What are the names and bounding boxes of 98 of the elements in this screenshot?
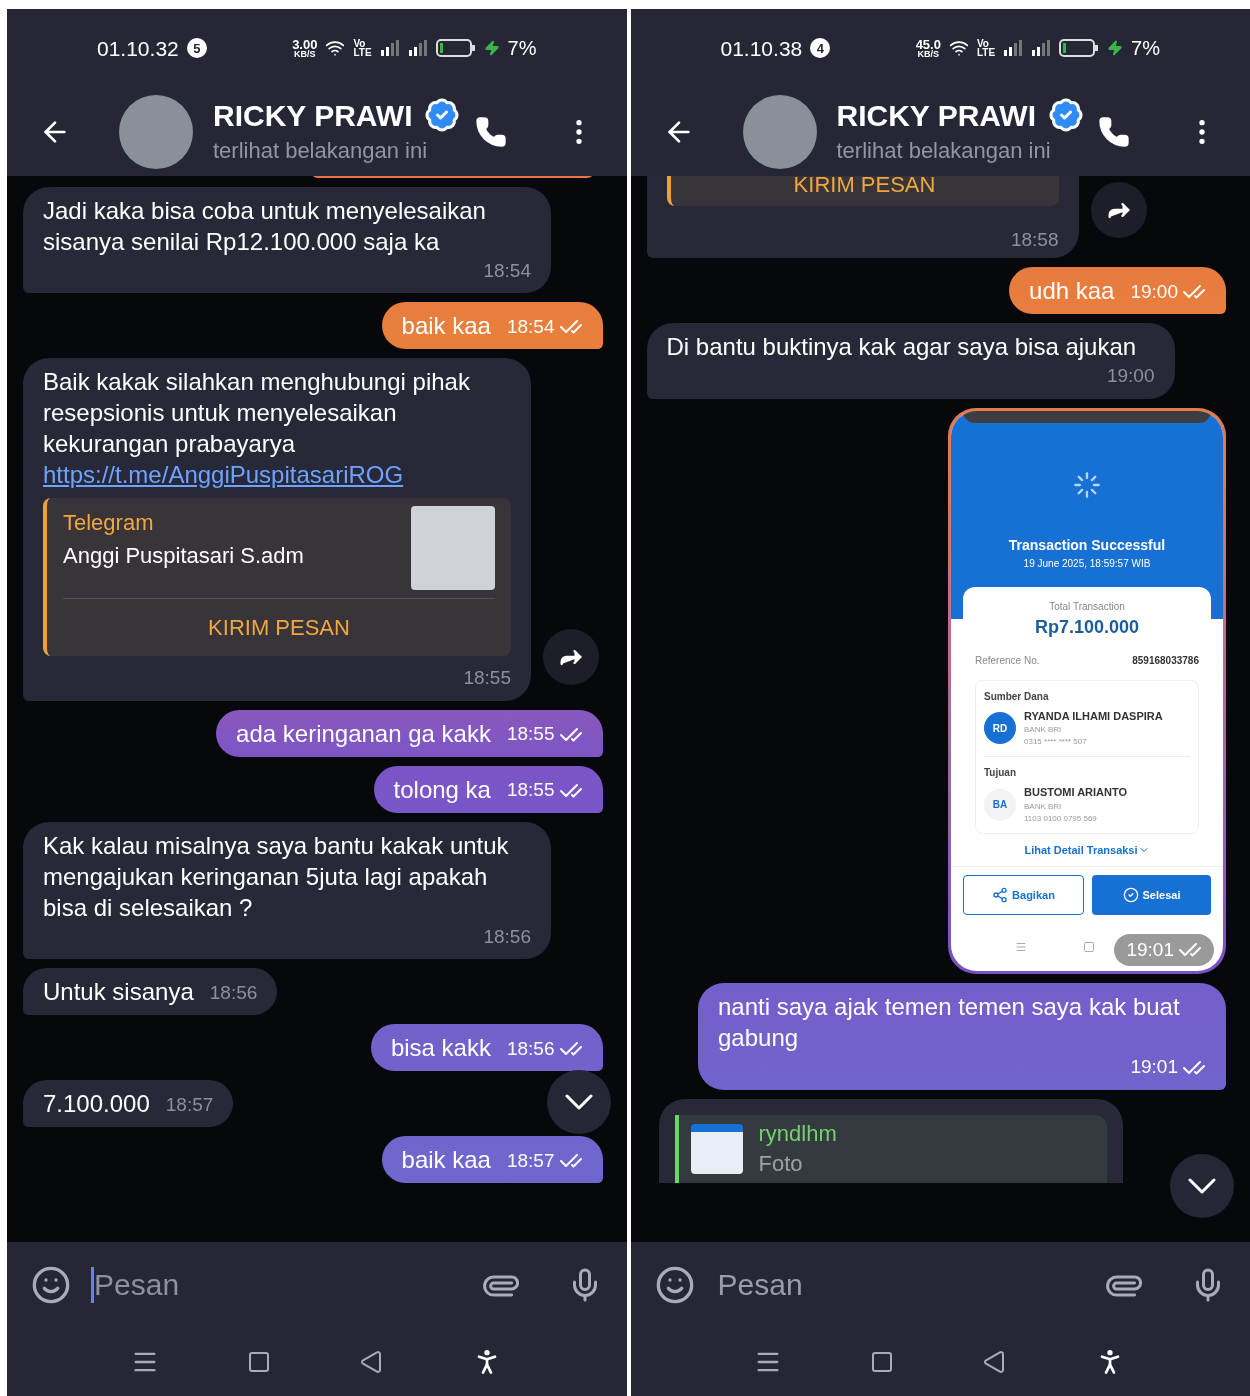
reply-text: Foto: [758, 1149, 804, 1178]
message-text: baik kaa: [401, 1145, 491, 1176]
message-time: 18:56: [483, 924, 531, 949]
network-speed: 3.00 KB/S: [292, 38, 318, 59]
source-account: 0315 **** **** 507: [1024, 736, 1088, 749]
battery-icon: [1059, 38, 1100, 59]
back-icon[interactable]: [982, 1349, 1007, 1374]
contact-name: RICKY PRAWI: [213, 97, 413, 134]
message-time: 18:54: [483, 258, 531, 283]
battery-percent: 7%: [507, 36, 537, 62]
signal-icon: [407, 39, 428, 58]
destination-bank: BANK BRI: [1024, 800, 1063, 813]
link-preview-card[interactable]: KIRIM PESAN: [666, 175, 1059, 206]
reference-label: Reference No.: [975, 653, 1040, 668]
input-placeholder: Pesan: [91, 1266, 180, 1303]
message-text: nanti saya ajak temen temen saya kak buat gabung: [718, 992, 1181, 1054]
nav-home-icon: [1083, 941, 1095, 954]
reply-quote[interactable]: ryndlhm Foto: [674, 1114, 1107, 1183]
destination-name: BUSTOMI ARIANTO: [1024, 785, 1128, 801]
message-time: 19:00: [1130, 279, 1178, 304]
message-time: 18:55: [506, 722, 555, 747]
message-time: 18:56: [209, 980, 258, 1005]
message-time: 19:01: [1130, 1055, 1178, 1080]
emoji-icon[interactable]: [654, 1264, 695, 1305]
charging-icon: [1107, 40, 1124, 57]
photo-message[interactable]: [948, 407, 1226, 975]
clock: 01.10.38: [720, 35, 803, 62]
message-time: 18:54: [506, 314, 555, 339]
message-text: Di bantu buktinya kak agar saya bisa ajukan: [666, 332, 1137, 363]
total-amount: Rp7.100.000: [1034, 615, 1140, 639]
contact-name: RICKY PRAWI: [836, 97, 1036, 134]
preview-site-name: Telegram: [63, 509, 155, 538]
destination-label: Tujuan: [984, 766, 1018, 781]
call-icon[interactable]: [474, 115, 507, 148]
destination-account: 1103 0100 0795 569: [1024, 812, 1098, 825]
source-initials-avatar: RD: [984, 712, 1016, 745]
call-icon[interactable]: [1098, 115, 1130, 148]
detail-link[interactable]: Lihat Detail Transaksi: [1024, 841, 1150, 859]
volte-label: Vo LTE: [976, 39, 996, 58]
message-text: ada keringanan ga kakk: [236, 718, 491, 749]
send-message-button[interactable]: KIRIM PESAN: [793, 175, 936, 198]
message-text: Baik kakak silahkan menghubungi pihak resepsionis untuk menyelesaikan kekurangan prabayarya https://t.me/AnggiPuspitasariROG: [43, 367, 471, 491]
share-button[interactable]: Bagikan: [963, 875, 1084, 916]
message-text: tolong ka: [393, 774, 491, 805]
source-bank: BANK BRI: [1024, 724, 1063, 737]
photo-thumbnail: [690, 1123, 743, 1174]
back-icon[interactable]: [358, 1349, 383, 1374]
signal-icon: [379, 39, 400, 58]
message-text: 7.100.000: [43, 1089, 150, 1120]
message-text: udh kaa: [1029, 276, 1115, 307]
source-label: Sumber Dana: [984, 689, 1050, 704]
telegram-link[interactable]: https://t.me/AnggiPuspitasariROG: [43, 461, 404, 489]
volte-label: Vo LTE: [353, 39, 372, 58]
message-text: Kak kalau misalnya saya bantu kakak untuk mengajukan keringanan 5juta lagi apakah bisa di selesaikan ?: [43, 830, 510, 923]
total-label: Total Transaction: [1049, 599, 1125, 614]
last-seen-status: terlihat belakangan ini: [213, 137, 429, 166]
reply-sender-name: ryndlhm: [758, 1119, 837, 1148]
home-icon[interactable]: [870, 1349, 895, 1374]
notification-count: 5: [186, 38, 207, 59]
clock: 01.10.32: [97, 35, 179, 62]
message-time: 18:55: [506, 778, 555, 803]
nav-menu-icon: [1015, 941, 1027, 954]
receipt-date: 19 June 2025, 18:59:57 WIB: [1023, 556, 1151, 571]
message-time: 19:01: [1126, 937, 1174, 962]
done-button[interactable]: Selesai: [1092, 875, 1211, 916]
network-speed: 45.0 KB/S: [915, 38, 941, 59]
message-text: Jadi kaka bisa coba untuk menyelesaikan sisanya senilai Rp12.100.000 saja ka: [43, 195, 487, 257]
notification-count: 4: [810, 38, 831, 59]
input-placeholder: Pesan: [716, 1266, 803, 1303]
chevron-down-icon: [564, 1094, 593, 1111]
reference-number: 859168033786: [1132, 653, 1199, 668]
share-icon: [992, 887, 1009, 904]
spinner-icon: [1073, 470, 1101, 499]
chevron-down-icon: [1188, 1178, 1216, 1195]
message-time: 18:57: [506, 1148, 555, 1173]
signal-icon: [1003, 39, 1024, 58]
message-text: bisa kakk: [390, 1033, 491, 1064]
battery-percent: 7%: [1131, 36, 1160, 62]
preview-title: Anggi Puspitasari S.adm: [63, 542, 304, 571]
home-icon[interactable]: [246, 1349, 271, 1374]
emoji-icon[interactable]: [31, 1264, 71, 1305]
send-message-button[interactable]: KIRIM PESAN: [208, 599, 350, 657]
check-circle-icon: [1122, 887, 1139, 904]
source-name: RYANDA ILHAMI DASPIRA: [1024, 708, 1163, 724]
message-text: baik kaa: [401, 311, 491, 342]
message-time: 18:57: [165, 1092, 214, 1117]
last-seen-status: terlihat belakangan ini: [836, 137, 1052, 166]
destination-initials-avatar: BA: [984, 788, 1016, 821]
link-preview-card[interactable]: Telegram Anggi Puspitasari S.adm KIRIM PESAN: [43, 498, 511, 657]
receipt-title: Transaction Successful: [1008, 535, 1166, 555]
message-time: 18:55: [463, 666, 511, 691]
charging-icon: [483, 40, 500, 57]
signal-icon: [1031, 39, 1052, 58]
message-text: Untuk sisanya: [43, 977, 194, 1008]
message-time: 19:00: [1106, 364, 1155, 389]
message-time: 18:58: [1010, 227, 1059, 252]
message-time: 18:56: [506, 1036, 555, 1061]
battery-icon: [435, 38, 476, 59]
